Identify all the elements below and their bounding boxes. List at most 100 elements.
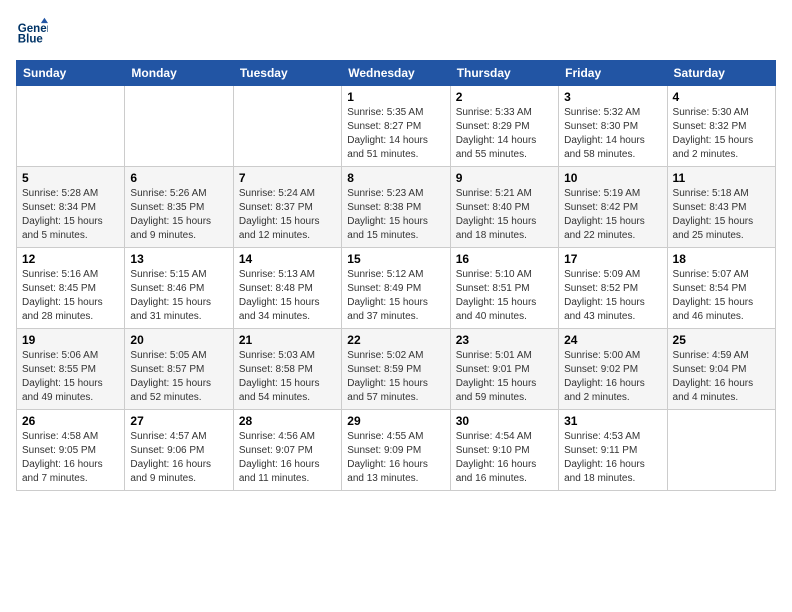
- day-info: Sunrise: 4:57 AM Sunset: 9:06 PM Dayligh…: [130, 430, 227, 486]
- calendar-cell: 27 Sunrise: 4:57 AM Sunset: 9:06 PM Dayli…: [125, 410, 233, 491]
- svg-text:Blue: Blue: [18, 34, 44, 46]
- calendar-cell: 28 Sunrise: 4:56 AM Sunset: 9:07 PM Dayli…: [233, 410, 341, 491]
- day-number: 5: [22, 171, 119, 185]
- calendar-week-row: 19Sunrise: 5:06 AM Sunset: 8:55 PM Dayli…: [17, 329, 776, 410]
- weekday-header-saturday: Saturday: [667, 61, 775, 86]
- day-info: Sunrise: 5:21 AM Sunset: 8:40 PM Dayligh…: [456, 187, 553, 243]
- day-info: Sunrise: 5:18 AM Sunset: 8:43 PM Dayligh…: [673, 187, 770, 243]
- calendar-week-row: 1 Sunrise: 5:35 AM Sunset: 8:27 PM Daylig…: [17, 86, 776, 167]
- calendar-cell: 12 Sunrise: 5:16 AM Sunset: 8:45 PM Dayli…: [17, 248, 125, 329]
- calendar-body: 1 Sunrise: 5:35 AM Sunset: 8:27 PM Daylig…: [17, 86, 776, 491]
- day-number: 18: [673, 252, 770, 266]
- calendar-cell: 16Sunrise: 5:10 AM Sunset: 8:51 PM Dayli…: [450, 248, 558, 329]
- day-number: 26: [22, 414, 119, 428]
- calendar-cell: 26 Sunrise: 4:58 AM Sunset: 9:05 PM Dayli…: [17, 410, 125, 491]
- day-info: Sunrise: 4:53 AM Sunset: 9:11 PM Dayligh…: [564, 430, 661, 486]
- calendar-cell: [125, 86, 233, 167]
- day-number: 22: [347, 333, 444, 347]
- weekday-header-sunday: Sunday: [17, 61, 125, 86]
- calendar-cell: 11 Sunrise: 5:18 AM Sunset: 8:43 PM Dayli…: [667, 167, 775, 248]
- day-number: 8: [347, 171, 444, 185]
- calendar-cell: 25 Sunrise: 4:59 AM Sunset: 9:04 PM Dayli…: [667, 329, 775, 410]
- logo: General Blue: [16, 16, 52, 48]
- day-number: 31: [564, 414, 661, 428]
- day-info: Sunrise: 5:05 AM Sunset: 8:57 PM Dayligh…: [130, 349, 227, 405]
- day-number: 10: [564, 171, 661, 185]
- calendar-cell: 18 Sunrise: 5:07 AM Sunset: 8:54 PM Dayli…: [667, 248, 775, 329]
- weekday-header-row: SundayMondayTuesdayWednesdayThursdayFrid…: [17, 61, 776, 86]
- day-info: Sunrise: 5:16 AM Sunset: 8:45 PM Dayligh…: [22, 268, 119, 324]
- day-number: 28: [239, 414, 336, 428]
- day-number: 11: [673, 171, 770, 185]
- day-info: Sunrise: 5:06 AM Sunset: 8:55 PM Dayligh…: [22, 349, 119, 405]
- day-number: 30: [456, 414, 553, 428]
- calendar-cell: 1 Sunrise: 5:35 AM Sunset: 8:27 PM Daylig…: [342, 86, 450, 167]
- calendar-cell: 2Sunrise: 5:33 AM Sunset: 8:29 PM Daylig…: [450, 86, 558, 167]
- logo-icon: General Blue: [16, 16, 48, 48]
- day-info: Sunrise: 5:19 AM Sunset: 8:42 PM Dayligh…: [564, 187, 661, 243]
- day-number: 12: [22, 252, 119, 266]
- calendar-cell: 8 Sunrise: 5:23 AM Sunset: 8:38 PM Daylig…: [342, 167, 450, 248]
- calendar-cell: 30 Sunrise: 4:54 AM Sunset: 9:10 PM Dayli…: [450, 410, 558, 491]
- calendar-cell: 21 Sunrise: 5:03 AM Sunset: 8:58 PM Dayli…: [233, 329, 341, 410]
- calendar-cell: 3Sunrise: 5:32 AM Sunset: 8:30 PM Daylig…: [559, 86, 667, 167]
- day-info: Sunrise: 5:28 AM Sunset: 8:34 PM Dayligh…: [22, 187, 119, 243]
- day-number: 9: [456, 171, 553, 185]
- calendar-cell: 19Sunrise: 5:06 AM Sunset: 8:55 PM Dayli…: [17, 329, 125, 410]
- day-number: 21: [239, 333, 336, 347]
- day-number: 27: [130, 414, 227, 428]
- calendar-cell: 14 Sunrise: 5:13 AM Sunset: 8:48 PM Dayli…: [233, 248, 341, 329]
- day-info: Sunrise: 5:07 AM Sunset: 8:54 PM Dayligh…: [673, 268, 770, 324]
- day-number: 6: [130, 171, 227, 185]
- day-info: Sunrise: 5:32 AM Sunset: 8:30 PM Dayligh…: [564, 106, 661, 162]
- calendar-cell: 31 Sunrise: 4:53 AM Sunset: 9:11 PM Dayli…: [559, 410, 667, 491]
- calendar-cell: 5 Sunrise: 5:28 AM Sunset: 8:34 PM Daylig…: [17, 167, 125, 248]
- day-number: 20: [130, 333, 227, 347]
- day-info: Sunrise: 5:09 AM Sunset: 8:52 PM Dayligh…: [564, 268, 661, 324]
- calendar-cell: [667, 410, 775, 491]
- day-number: 24: [564, 333, 661, 347]
- weekday-header-friday: Friday: [559, 61, 667, 86]
- day-number: 14: [239, 252, 336, 266]
- day-number: 1: [347, 90, 444, 104]
- calendar-cell: 9 Sunrise: 5:21 AM Sunset: 8:40 PM Daylig…: [450, 167, 558, 248]
- weekday-header-monday: Monday: [125, 61, 233, 86]
- day-info: Sunrise: 5:33 AM Sunset: 8:29 PM Dayligh…: [456, 106, 553, 162]
- calendar-cell: 4Sunrise: 5:30 AM Sunset: 8:32 PM Daylig…: [667, 86, 775, 167]
- calendar-cell: [17, 86, 125, 167]
- day-info: Sunrise: 5:24 AM Sunset: 8:37 PM Dayligh…: [239, 187, 336, 243]
- day-info: Sunrise: 5:03 AM Sunset: 8:58 PM Dayligh…: [239, 349, 336, 405]
- day-number: 7: [239, 171, 336, 185]
- calendar-table: SundayMondayTuesdayWednesdayThursdayFrid…: [16, 60, 776, 491]
- day-info: Sunrise: 5:10 AM Sunset: 8:51 PM Dayligh…: [456, 268, 553, 324]
- weekday-header-thursday: Thursday: [450, 61, 558, 86]
- day-info: Sunrise: 4:56 AM Sunset: 9:07 PM Dayligh…: [239, 430, 336, 486]
- day-info: Sunrise: 5:12 AM Sunset: 8:49 PM Dayligh…: [347, 268, 444, 324]
- day-info: Sunrise: 4:55 AM Sunset: 9:09 PM Dayligh…: [347, 430, 444, 486]
- calendar-cell: 20 Sunrise: 5:05 AM Sunset: 8:57 PM Dayli…: [125, 329, 233, 410]
- day-info: Sunrise: 5:35 AM Sunset: 8:27 PM Dayligh…: [347, 106, 444, 162]
- day-number: 25: [673, 333, 770, 347]
- day-info: Sunrise: 4:54 AM Sunset: 9:10 PM Dayligh…: [456, 430, 553, 486]
- calendar-cell: [233, 86, 341, 167]
- day-info: Sunrise: 5:02 AM Sunset: 8:59 PM Dayligh…: [347, 349, 444, 405]
- day-info: Sunrise: 5:00 AM Sunset: 9:02 PM Dayligh…: [564, 349, 661, 405]
- calendar-cell: 24 Sunrise: 5:00 AM Sunset: 9:02 PM Dayli…: [559, 329, 667, 410]
- day-number: 17: [564, 252, 661, 266]
- calendar-cell: 23Sunrise: 5:01 AM Sunset: 9:01 PM Dayli…: [450, 329, 558, 410]
- calendar-cell: 13Sunrise: 5:15 AM Sunset: 8:46 PM Dayli…: [125, 248, 233, 329]
- calendar-week-row: 26 Sunrise: 4:58 AM Sunset: 9:05 PM Dayli…: [17, 410, 776, 491]
- day-info: Sunrise: 4:58 AM Sunset: 9:05 PM Dayligh…: [22, 430, 119, 486]
- day-number: 4: [673, 90, 770, 104]
- day-info: Sunrise: 5:23 AM Sunset: 8:38 PM Dayligh…: [347, 187, 444, 243]
- day-number: 29: [347, 414, 444, 428]
- calendar-cell: 7 Sunrise: 5:24 AM Sunset: 8:37 PM Daylig…: [233, 167, 341, 248]
- day-info: Sunrise: 5:13 AM Sunset: 8:48 PM Dayligh…: [239, 268, 336, 324]
- weekday-header-tuesday: Tuesday: [233, 61, 341, 86]
- calendar-cell: 22 Sunrise: 5:02 AM Sunset: 8:59 PM Dayli…: [342, 329, 450, 410]
- day-info: Sunrise: 4:59 AM Sunset: 9:04 PM Dayligh…: [673, 349, 770, 405]
- calendar-cell: 17 Sunrise: 5:09 AM Sunset: 8:52 PM Dayli…: [559, 248, 667, 329]
- calendar-week-row: 5 Sunrise: 5:28 AM Sunset: 8:34 PM Daylig…: [17, 167, 776, 248]
- day-info: Sunrise: 5:26 AM Sunset: 8:35 PM Dayligh…: [130, 187, 227, 243]
- calendar-cell: 10 Sunrise: 5:19 AM Sunset: 8:42 PM Dayli…: [559, 167, 667, 248]
